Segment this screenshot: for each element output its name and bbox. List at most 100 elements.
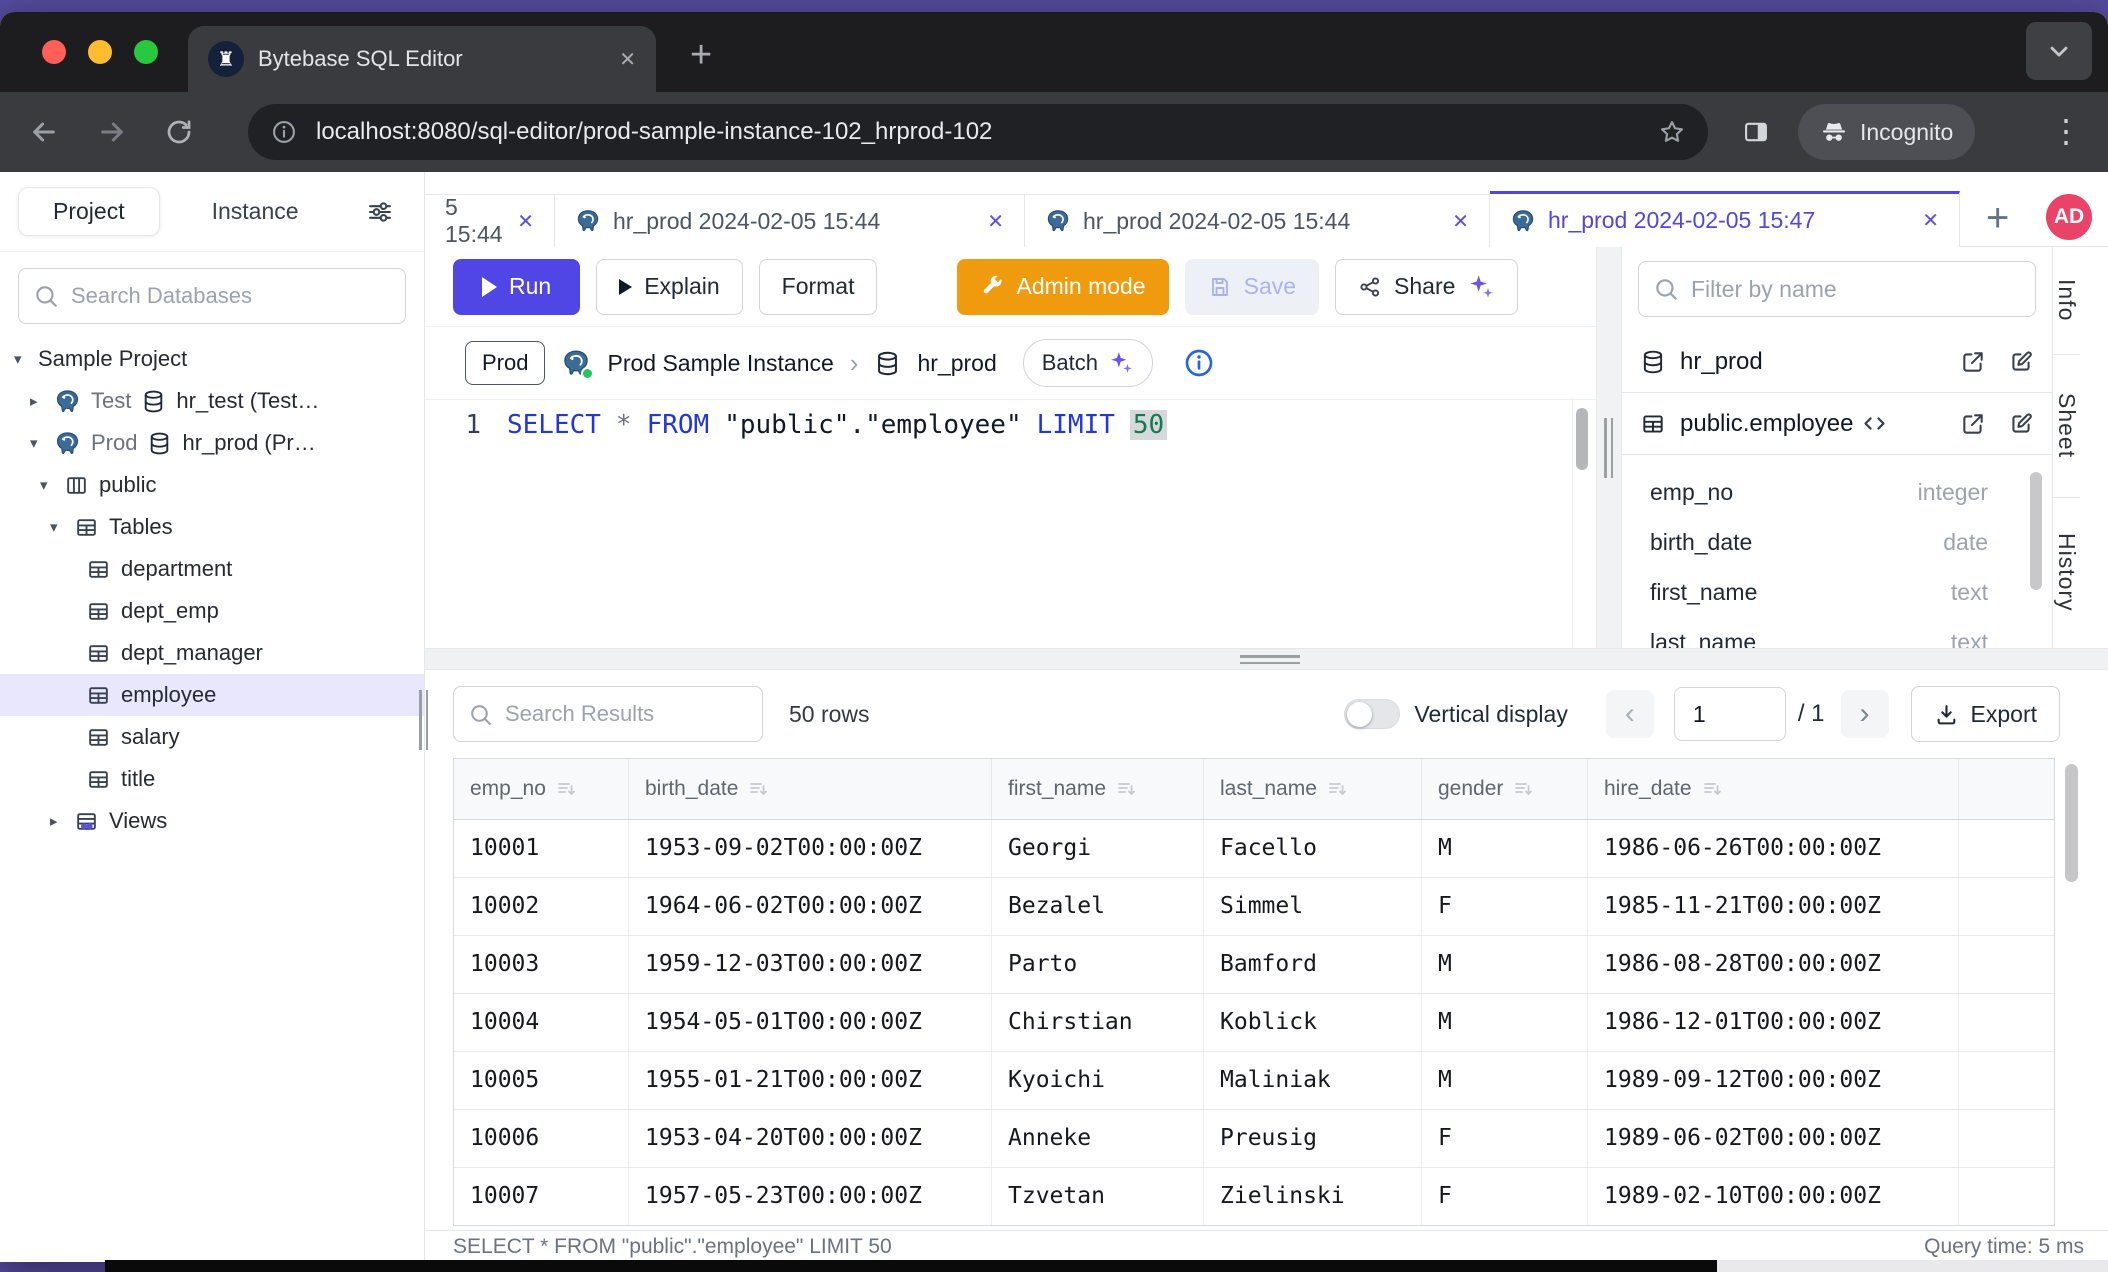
table-row[interactable]: 100011953-09-02T00:00:00ZGeorgiFacelloM1… bbox=[454, 820, 2054, 878]
forward-button[interactable] bbox=[96, 116, 128, 148]
close-tab-icon[interactable]: ✕ bbox=[619, 47, 636, 72]
sort-icon[interactable] bbox=[1116, 779, 1136, 799]
format-button[interactable]: Format bbox=[759, 259, 878, 315]
column-header[interactable]: first_name bbox=[992, 759, 1204, 819]
browser-menu-button[interactable]: ⋮ bbox=[2050, 112, 2082, 150]
edit-icon[interactable] bbox=[2008, 411, 2034, 437]
column-header[interactable]: birth_date bbox=[629, 759, 992, 819]
bookmark-star-icon[interactable] bbox=[1658, 118, 1686, 146]
schema-filter-input[interactable] bbox=[1691, 276, 2021, 303]
table-row[interactable]: 100061953-04-20T00:00:00ZAnnekePreusigF1… bbox=[454, 1110, 2054, 1168]
instance-name[interactable]: Prod Sample Instance bbox=[607, 350, 833, 377]
database-search[interactable] bbox=[18, 268, 406, 324]
sort-icon[interactable] bbox=[1513, 779, 1533, 799]
url-bar[interactable]: localhost:8080/sql-editor/prod-sample-in… bbox=[248, 104, 1708, 160]
caret-down-icon[interactable]: ▾ bbox=[14, 350, 28, 368]
next-page-button[interactable]: › bbox=[1841, 690, 1889, 738]
tree-item-test-hr-test[interactable]: ▸ Test hr_test (Test… bbox=[0, 380, 424, 422]
tab-info[interactable]: Info bbox=[2053, 247, 2080, 355]
tab-instance[interactable]: Instance bbox=[212, 198, 299, 225]
tree-item-prod-hr-prod[interactable]: ▾ Prod hr_prod (Pr… bbox=[0, 422, 424, 464]
editor-tab-1[interactable]: 5 15:44 ✕ bbox=[425, 194, 555, 247]
caret-right-icon[interactable]: ▸ bbox=[50, 812, 64, 830]
results-search[interactable] bbox=[453, 686, 763, 742]
schema-database-row[interactable]: hr_prod bbox=[1622, 331, 2052, 393]
admin-mode-button[interactable]: Admin mode bbox=[957, 259, 1168, 315]
caret-right-icon[interactable]: ▸ bbox=[30, 392, 44, 410]
table-row[interactable]: 100031959-12-03T00:00:00ZPartoBamfordM19… bbox=[454, 936, 2054, 994]
tree-item-table-dept-emp[interactable]: dept_emp bbox=[0, 590, 424, 632]
column-header[interactable]: gender bbox=[1422, 759, 1588, 819]
reload-button[interactable] bbox=[164, 117, 194, 147]
column-header[interactable]: hire_date bbox=[1588, 759, 1959, 819]
close-tab-icon[interactable]: ✕ bbox=[517, 209, 534, 234]
browser-tab[interactable]: ♜ Bytebase SQL Editor ✕ bbox=[188, 26, 656, 92]
new-tab-button[interactable]: + bbox=[690, 34, 712, 77]
table-row[interactable]: 100021964-06-02T00:00:00ZBezalelSimmelF1… bbox=[454, 878, 2054, 936]
batch-mode-button[interactable]: Batch bbox=[1023, 339, 1153, 387]
horizontal-resize-handle[interactable] bbox=[1240, 655, 1300, 668]
caret-down-icon[interactable]: ▾ bbox=[50, 518, 64, 536]
external-link-icon[interactable] bbox=[1960, 349, 1986, 375]
run-button[interactable]: Run bbox=[453, 259, 580, 315]
table-scrollbar-thumb[interactable] bbox=[2065, 764, 2078, 882]
column-header[interactable]: last_name bbox=[1204, 759, 1422, 819]
scrollbar-thumb[interactable] bbox=[1576, 408, 1588, 470]
schema-scrollbar-thumb[interactable] bbox=[2030, 472, 2042, 590]
connection-info-icon[interactable] bbox=[1183, 347, 1215, 379]
database-search-input[interactable] bbox=[71, 283, 391, 309]
zoom-window-button[interactable] bbox=[134, 40, 158, 64]
editor-tab-4-active[interactable]: hr_prod 2024-02-05 15:47 ✕ bbox=[1490, 191, 1960, 247]
panel-vertical-divider[interactable] bbox=[1596, 247, 1622, 648]
tree-item-schema-public[interactable]: ▾ public bbox=[0, 464, 424, 506]
close-window-button[interactable] bbox=[42, 40, 66, 64]
caret-down-icon[interactable]: ▾ bbox=[40, 476, 54, 494]
vertical-resize-handle[interactable] bbox=[1604, 418, 1613, 478]
prev-page-button[interactable]: ‹ bbox=[1606, 690, 1654, 738]
tree-item-sample-project[interactable]: ▾ Sample Project bbox=[0, 338, 424, 380]
editor-scrollbar[interactable] bbox=[1572, 398, 1591, 648]
external-link-icon[interactable] bbox=[1960, 411, 1986, 437]
page-number-input[interactable] bbox=[1674, 687, 1786, 741]
tree-settings-button[interactable] bbox=[366, 198, 394, 226]
tree-item-table-salary[interactable]: salary bbox=[0, 716, 424, 758]
tab-sheet[interactable]: Sheet bbox=[2053, 355, 2080, 498]
code-line-1[interactable]: 1 SELECT * FROM "public"."employee" LIMI… bbox=[425, 410, 1596, 440]
sort-icon[interactable] bbox=[1702, 779, 1722, 799]
schema-filter[interactable] bbox=[1638, 261, 2036, 317]
tree-item-table-title[interactable]: title bbox=[0, 758, 424, 800]
explain-button[interactable]: Explain bbox=[596, 259, 742, 315]
tab-search-chevron-button[interactable] bbox=[2026, 22, 2092, 80]
close-tab-icon[interactable]: ✕ bbox=[1922, 208, 1939, 233]
caret-down-icon[interactable]: ▾ bbox=[30, 434, 44, 452]
tree-item-views-group[interactable]: ▸ Views bbox=[0, 800, 424, 842]
tree-item-table-department[interactable]: department bbox=[0, 548, 424, 590]
editor-tab-3[interactable]: hr_prod 2024-02-05 15:44 ✕ bbox=[1025, 194, 1490, 247]
tree-item-table-employee[interactable]: employee bbox=[0, 674, 424, 716]
tree-item-table-dept-manager[interactable]: dept_manager bbox=[0, 632, 424, 674]
side-panel-button[interactable] bbox=[1742, 118, 1770, 151]
export-button[interactable]: Export bbox=[1911, 686, 2060, 742]
table-row[interactable]: 100051955-01-21T00:00:00ZKyoichiMaliniak… bbox=[454, 1052, 2054, 1110]
sort-icon[interactable] bbox=[1327, 779, 1347, 799]
sql-editor[interactable]: 1 SELECT * FROM "public"."employee" LIMI… bbox=[425, 400, 1596, 648]
table-row[interactable]: 100041954-05-01T00:00:00ZChirstianKoblic… bbox=[454, 994, 2054, 1052]
site-info-icon[interactable] bbox=[270, 118, 298, 146]
save-button[interactable]: Save bbox=[1185, 259, 1319, 315]
results-horizontal-divider[interactable] bbox=[425, 648, 2108, 670]
column-header[interactable]: emp_no bbox=[454, 759, 629, 819]
share-button[interactable]: Share bbox=[1335, 259, 1518, 315]
schema-table-row[interactable]: public.employee bbox=[1622, 393, 2052, 455]
sort-icon[interactable] bbox=[556, 779, 576, 799]
tree-item-tables-group[interactable]: ▾ Tables bbox=[0, 506, 424, 548]
sort-icon[interactable] bbox=[748, 779, 768, 799]
results-search-input[interactable] bbox=[505, 701, 748, 727]
tab-history[interactable]: History bbox=[2053, 498, 2080, 647]
code-icon[interactable] bbox=[1861, 410, 1888, 437]
sidebar-resize-handle[interactable] bbox=[419, 690, 428, 750]
vertical-display-toggle[interactable] bbox=[1344, 699, 1400, 729]
table-row[interactable]: 100071957-05-23T00:00:00ZTzvetanZielinsk… bbox=[454, 1168, 2054, 1225]
back-button[interactable] bbox=[28, 116, 60, 148]
tab-project[interactable]: Project bbox=[18, 187, 160, 236]
minimize-window-button[interactable] bbox=[88, 40, 112, 64]
